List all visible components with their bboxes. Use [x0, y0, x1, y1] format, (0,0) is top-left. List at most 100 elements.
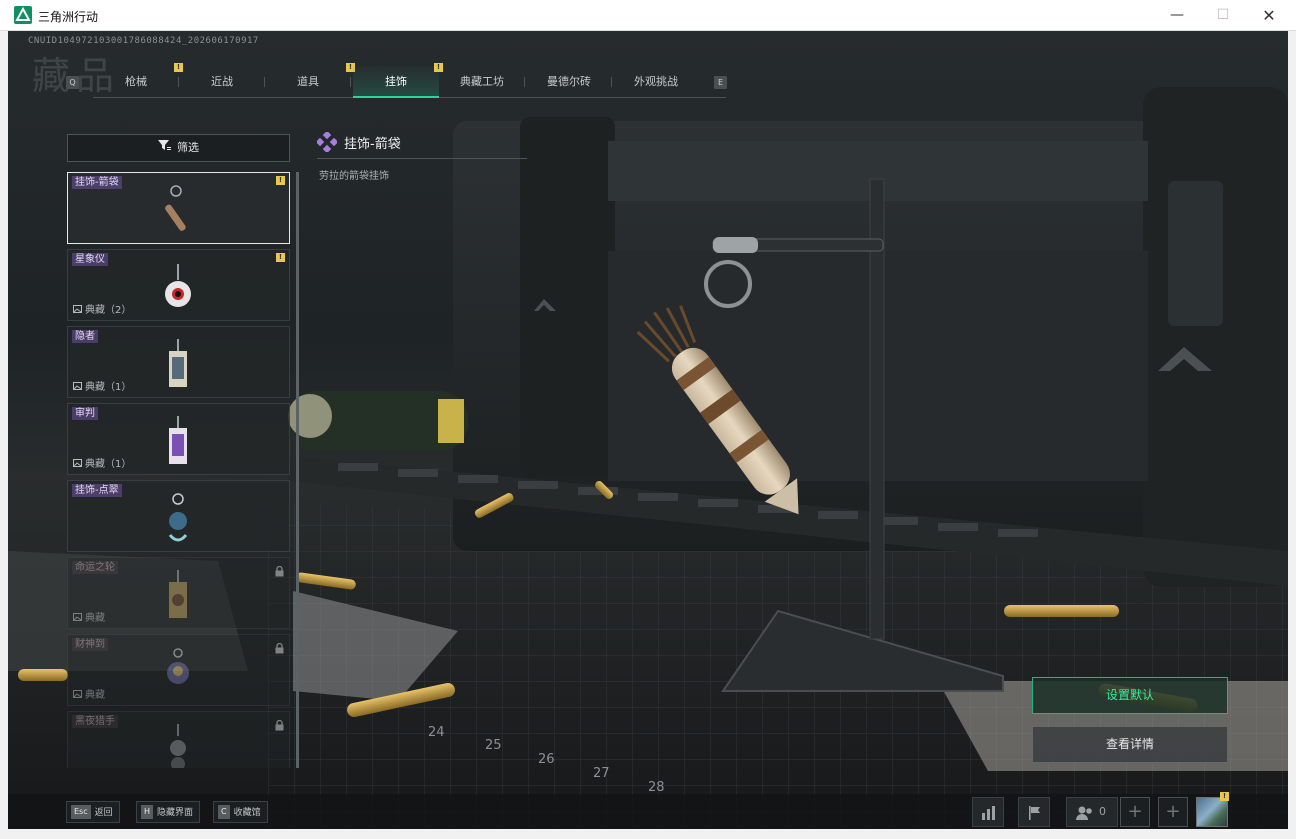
window-border-right	[1288, 31, 1296, 839]
list-scrollbar[interactable]	[296, 172, 299, 768]
stats-button[interactable]	[972, 797, 1004, 827]
ruler-number: 27	[593, 766, 610, 781]
ruler-number: 26	[538, 752, 555, 767]
wheel-of-fortune-charm-thumbnail	[169, 570, 187, 618]
lock-icon	[275, 716, 284, 735]
judgement-charm-thumbnail	[169, 416, 187, 464]
friends-button[interactable]: 0	[1066, 797, 1118, 827]
item-description: 劳拉的箭袋挂饰	[319, 171, 389, 182]
chart-icon	[982, 806, 995, 820]
list-item[interactable]: 审判 典藏（1）	[67, 403, 290, 475]
tab-charms[interactable]: 挂饰 !	[353, 63, 443, 98]
night-hunter-charm-thumbnail	[170, 724, 186, 768]
friends-count: 0	[1099, 805, 1106, 818]
app-window: 三角洲行动 — ☐ ✕ 24 25 26 27 28 CNUID10497210…	[0, 0, 1296, 839]
prev-tab-key[interactable]: Q	[66, 76, 79, 89]
diamond-icon	[315, 130, 339, 156]
collection-hall-hint[interactable]: C 收藏馆	[213, 801, 268, 823]
h-key: H	[141, 805, 154, 819]
tab-label: 枪械	[125, 75, 147, 88]
quiver-charm-thumbnail	[165, 185, 186, 231]
tab-divider	[524, 77, 525, 87]
image-icon	[73, 304, 82, 316]
item-title: 挂饰-箭袋	[344, 137, 401, 152]
lock-icon	[275, 639, 284, 658]
item-name: 星象仪	[72, 253, 108, 266]
tab-appearance-challenge[interactable]: 外观挑战	[613, 66, 699, 98]
back-hint[interactable]: Esc 返回	[66, 801, 120, 823]
collection-tag: 典藏	[73, 609, 105, 624]
collection-label: 典藏	[85, 613, 105, 624]
tab-label: 典藏工坊	[460, 75, 504, 88]
dianchui-charm-thumbnail	[168, 493, 188, 542]
add-slot-button[interactable]: +	[1120, 797, 1150, 827]
ruler-number: 24	[428, 725, 445, 740]
collection-label: 典藏（1）	[85, 459, 132, 470]
esc-key: Esc	[71, 805, 91, 819]
collection-tag: 典藏（1）	[73, 378, 131, 393]
notification-badge: !	[276, 176, 285, 185]
list-item[interactable]: 挂饰-点翠	[67, 480, 290, 552]
c-key: C	[218, 805, 230, 819]
view-details-button[interactable]: 查看详情	[1032, 726, 1228, 763]
tab-divider	[350, 77, 351, 87]
close-button[interactable]: ✕	[1246, 0, 1292, 31]
collection-tag: 典藏	[73, 686, 105, 701]
tab-melee[interactable]: 近战	[179, 66, 265, 98]
notification-badge: !	[1220, 792, 1229, 801]
tab-label: 挂饰	[385, 75, 407, 88]
scrollbar-thumb[interactable]	[296, 172, 299, 768]
item-name: 财神到	[72, 638, 108, 651]
flag-button[interactable]	[1018, 797, 1050, 827]
item-name: 隐者	[72, 330, 98, 343]
list-item[interactable]: 命运之轮 典藏	[67, 557, 290, 629]
astrolabe-charm-thumbnail	[165, 264, 191, 307]
tab-divider	[611, 77, 612, 87]
collection-tag: 典藏（1）	[73, 455, 131, 470]
list-item[interactable]: 黑夜猎手	[67, 711, 290, 768]
list-item[interactable]: 隐者 典藏（1）	[67, 326, 290, 398]
charm-list: 挂饰-箭袋 ! 星象仪 ! 典藏（2） 隐者 典藏（1） 审判 典藏（1） 挂饰…	[67, 172, 290, 768]
window-border-bottom	[8, 829, 1288, 839]
list-item[interactable]: 财神到 典藏	[67, 634, 290, 706]
maximize-button[interactable]: ☐	[1200, 0, 1246, 31]
add-slot-button[interactable]: +	[1158, 797, 1188, 827]
friends-icon	[1076, 806, 1092, 820]
hint-label: 收藏馆	[233, 808, 261, 818]
ruler-number: 25	[485, 738, 502, 753]
image-icon	[73, 612, 82, 624]
item-name: 挂饰-点翠	[72, 484, 122, 497]
image-icon	[73, 689, 82, 701]
item-name: 黑夜猎手	[72, 715, 118, 728]
hide-ui-hint[interactable]: H 隐藏界面	[136, 801, 201, 823]
collection-label: 典藏（1）	[85, 382, 132, 393]
ruler-number: 28	[648, 780, 665, 795]
game-viewport: 24 25 26 27 28	[8, 31, 1288, 829]
tab-label: 近战	[211, 75, 233, 88]
avatar[interactable]	[1196, 797, 1228, 827]
collection-label: 典藏	[85, 690, 105, 701]
list-item[interactable]: 星象仪 ! 典藏（2）	[67, 249, 290, 321]
tab-mandel-brick[interactable]: 曼德尔砖	[526, 66, 612, 98]
flag-icon	[1029, 806, 1040, 820]
next-tab-key[interactable]: E	[714, 76, 727, 89]
tab-workshop[interactable]: 典藏工坊	[439, 66, 525, 98]
item-name: 挂饰-箭袋	[72, 176, 122, 189]
category-tabs: 枪械 ! 近战 道具 ! 挂饰 ! 典藏工坊 曼德尔砖 外观挑战	[93, 63, 726, 98]
filter-label: 筛选	[177, 141, 199, 154]
minimize-button[interactable]: —	[1154, 0, 1200, 31]
set-default-button[interactable]: 设置默认	[1032, 677, 1228, 714]
collection-label: 典藏（2）	[85, 305, 132, 316]
filter-icon	[158, 135, 171, 161]
collection-tag: 典藏（2）	[73, 301, 131, 316]
tab-firearms[interactable]: 枪械 !	[93, 63, 183, 98]
tab-label: 外观挑战	[634, 75, 678, 88]
tab-items[interactable]: 道具 !	[265, 63, 355, 98]
window-border-left	[0, 31, 8, 839]
list-item[interactable]: 挂饰-箭袋 !	[67, 172, 290, 244]
notification-badge: !	[276, 253, 285, 262]
filter-button[interactable]: 筛选	[67, 134, 290, 162]
app-logo-icon	[14, 6, 32, 24]
god-of-wealth-charm-thumbnail	[167, 648, 189, 684]
hint-label: 隐藏界面	[157, 808, 194, 818]
